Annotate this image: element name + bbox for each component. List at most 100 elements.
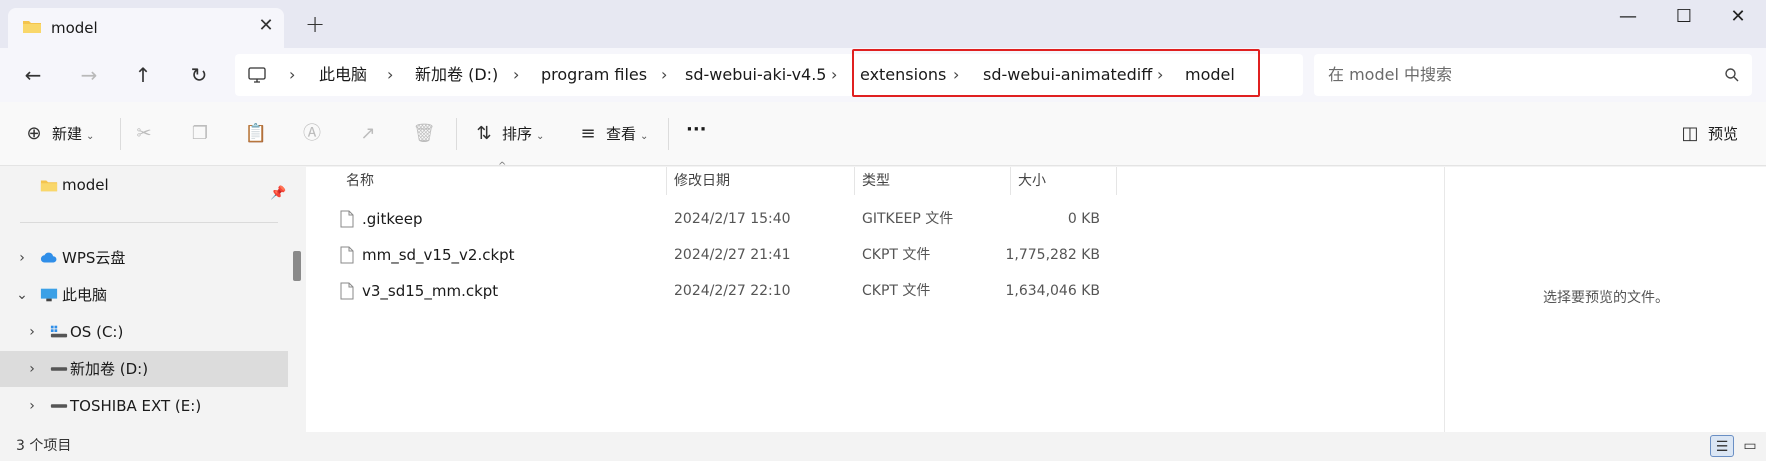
nav-item-e-drive[interactable]: › TOSHIBA EXT (E:) xyxy=(0,388,288,424)
sort-icon[interactable]: ⇅ xyxy=(472,122,496,146)
column-divider[interactable] xyxy=(1116,167,1117,195)
file-name: .gitkeep xyxy=(362,210,423,228)
table-row[interactable]: mm_sd_v15_v2.ckpt 2024/2/27 21:41 CKPT 文… xyxy=(326,237,1406,273)
nav-label: 此电脑 xyxy=(62,286,108,304)
new-button[interactable]: 新建 ⌄ xyxy=(52,122,94,146)
view-label: 查看 xyxy=(606,125,637,143)
column-header-type[interactable]: 类型 xyxy=(862,167,890,195)
new-plus-icon[interactable]: ⊕ xyxy=(22,122,46,146)
column-divider[interactable] xyxy=(1010,167,1011,195)
toolbar-divider xyxy=(456,118,457,150)
table-row[interactable]: .gitkeep 2024/2/17 15:40 GITKEEP 文件 0 KB xyxy=(326,201,1406,237)
toolbar-divider xyxy=(120,118,121,150)
search-placeholder: 在 model 中搜索 xyxy=(1328,65,1452,84)
maximize-button[interactable]: ☐ xyxy=(1656,0,1712,34)
search-input[interactable]: 在 model 中搜索 xyxy=(1314,54,1752,96)
file-explorer-window: model ✕ + — ☐ ✕ ← → ↑ ↻ › 此电脑 › 新加卷 (D:)… xyxy=(0,0,1766,461)
preview-pane-icon[interactable]: ◫ xyxy=(1678,122,1702,146)
nav-item-pinned-model[interactable]: model 📌 xyxy=(0,167,288,203)
close-tab-icon[interactable]: ✕ xyxy=(254,14,278,38)
breadcrumb-separator[interactable]: › xyxy=(661,54,667,96)
file-icon xyxy=(340,246,354,264)
delete-icon[interactable]: 🗑 xyxy=(412,122,436,146)
chevron-right-icon[interactable]: › xyxy=(24,388,40,424)
column-header-modified[interactable]: 修改日期 xyxy=(674,167,730,195)
breadcrumb-separator[interactable]: › xyxy=(513,54,519,96)
command-bar: ⊕ 新建 ⌄ ✂ ❐ 📋 Ⓐ ↗ 🗑 ⇅ 排序 ⌄ ≡ 查看 ⌄ ··· ◫ 预览 xyxy=(0,102,1766,166)
column-divider[interactable] xyxy=(666,167,667,195)
nav-label: WPS云盘 xyxy=(62,249,126,267)
new-tab-button[interactable]: + xyxy=(302,12,328,38)
search-icon[interactable] xyxy=(1724,67,1740,83)
nav-item-this-pc[interactable]: ⌄ 此电脑 xyxy=(0,277,288,313)
nav-item-d-drive[interactable]: › 新加卷 (D:) xyxy=(0,351,288,387)
nav-label: model xyxy=(62,176,109,194)
breadcrumb-item-sd-webui-animatediff[interactable]: sd-webui-animatediff xyxy=(983,54,1152,96)
breadcrumb-separator[interactable]: › xyxy=(289,54,295,96)
breadcrumb-item-model[interactable]: model xyxy=(1185,54,1235,96)
copy-icon[interactable]: ❐ xyxy=(188,122,212,146)
column-divider[interactable] xyxy=(854,167,855,195)
chevron-right-icon[interactable]: › xyxy=(24,351,40,387)
title-bar: model ✕ + — ☐ ✕ xyxy=(0,0,1766,48)
chevron-right-icon[interactable]: › xyxy=(14,240,30,276)
chevron-right-icon[interactable]: › xyxy=(24,314,40,350)
details-view-button[interactable]: ☰ xyxy=(1710,435,1734,457)
file-size: 1,634,046 KB xyxy=(1005,283,1101,299)
share-icon[interactable]: ↗ xyxy=(356,122,380,146)
file-name: v3_sd15_mm.ckpt xyxy=(362,282,499,300)
breadcrumb-item-sd-webui-aki[interactable]: sd-webui-aki-v4.5 xyxy=(685,54,826,96)
folder-icon xyxy=(23,21,41,33)
sort-label: 排序 xyxy=(502,125,533,143)
nav-divider xyxy=(20,222,278,223)
new-label: 新建 xyxy=(52,125,83,143)
os-drive-icon xyxy=(50,325,68,338)
breadcrumb-separator[interactable]: › xyxy=(387,54,393,96)
refresh-button[interactable]: ↻ xyxy=(184,60,214,90)
preview-message: 选择要预览的文件。 xyxy=(1543,290,1669,306)
view-button[interactable]: 查看 ⌄ xyxy=(606,122,648,146)
breadcrumb-separator[interactable]: › xyxy=(953,54,959,96)
folder-icon xyxy=(40,180,58,192)
cut-icon[interactable]: ✂ xyxy=(132,122,156,146)
drive-icon xyxy=(50,367,68,371)
breadcrumb[interactable]: › 此电脑 › 新加卷 (D:) › program files › sd-we… xyxy=(235,54,1303,96)
nav-label: 新加卷 (D:) xyxy=(70,360,149,378)
paste-icon[interactable]: 📋 xyxy=(244,122,268,146)
pin-icon[interactable]: 📌 xyxy=(270,176,286,212)
chevron-down-icon[interactable]: ⌄ xyxy=(14,277,30,313)
scrollbar-thumb[interactable] xyxy=(293,251,301,281)
back-button[interactable]: ← xyxy=(18,60,48,90)
breadcrumb-item-d-drive[interactable]: 新加卷 (D:) xyxy=(415,54,498,96)
breadcrumb-item-this-pc[interactable]: 此电脑 xyxy=(319,54,367,96)
address-row: ← → ↑ ↻ › 此电脑 › 新加卷 (D:) › program files… xyxy=(0,48,1766,102)
tab-model[interactable]: model ✕ xyxy=(8,8,284,48)
file-size: 1,775,282 KB xyxy=(1005,247,1101,263)
breadcrumb-separator[interactable]: › xyxy=(1157,54,1163,96)
breadcrumb-item-program-files[interactable]: program files xyxy=(541,54,647,96)
sort-button[interactable]: 排序 ⌄ xyxy=(502,122,544,146)
nav-scrollbar[interactable] xyxy=(288,167,306,432)
column-header-name[interactable]: 名称 xyxy=(346,167,374,195)
more-options-button[interactable]: ··· xyxy=(686,118,707,142)
file-modified: 2024/2/17 15:40 xyxy=(674,211,791,227)
nav-label: TOSHIBA EXT (E:) xyxy=(70,397,202,415)
nav-item-c-drive[interactable]: › OS (C:) xyxy=(0,314,288,350)
up-button[interactable]: ↑ xyxy=(128,60,158,90)
rename-icon[interactable]: Ⓐ xyxy=(300,122,324,146)
preview-button[interactable]: 预览 xyxy=(1708,122,1738,146)
forward-button[interactable]: → xyxy=(74,60,104,90)
nav-label: OS (C:) xyxy=(70,323,124,341)
view-icon[interactable]: ≡ xyxy=(576,122,600,146)
minimize-button[interactable]: — xyxy=(1600,0,1656,34)
table-row[interactable]: v3_sd15_mm.ckpt 2024/2/27 22:10 CKPT 文件 … xyxy=(326,273,1406,309)
breadcrumb-item-extensions[interactable]: extensions xyxy=(860,54,946,96)
sort-ascending-icon: ^ xyxy=(498,161,507,172)
navigation-pane: model 📌 › WPS云盘 ⌄ 此电脑 › OS (C:) › 新加卷 (D… xyxy=(0,167,306,432)
nav-item-wps-cloud[interactable]: › WPS云盘 xyxy=(0,240,288,276)
tiles-view-button[interactable]: ▭ xyxy=(1738,435,1762,457)
column-header-size[interactable]: 大小 xyxy=(1018,167,1046,195)
breadcrumb-separator[interactable]: › xyxy=(831,54,837,96)
computer-icon xyxy=(248,67,266,83)
close-window-button[interactable]: ✕ xyxy=(1710,0,1766,34)
